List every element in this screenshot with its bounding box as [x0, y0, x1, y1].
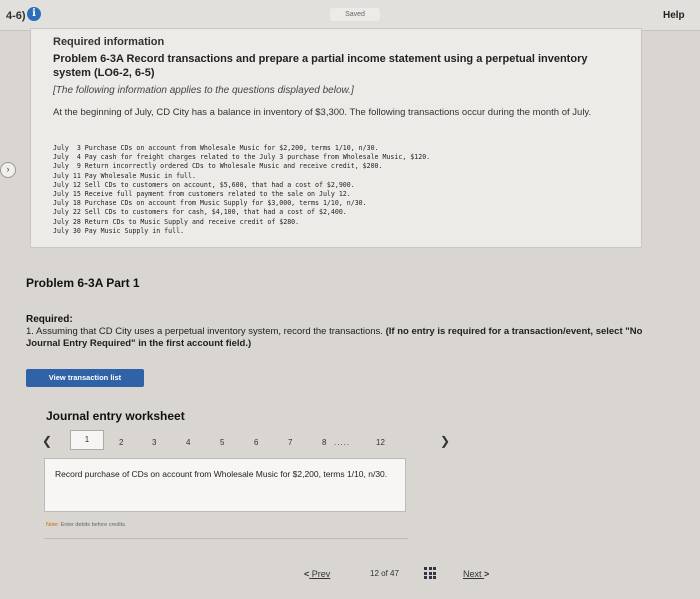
next-question-button[interactable]: Next >: [463, 569, 489, 579]
transaction-item: July 15 Receive full payment from custom…: [53, 190, 351, 199]
problem-intro: At the beginning of July, CD City has a …: [53, 107, 592, 118]
pager-prev-icon[interactable]: ❮: [42, 434, 52, 448]
problem-title: Problem 6-3A Record transactions and pre…: [53, 53, 588, 79]
question-position: 12 of 47: [370, 569, 399, 578]
transaction-item: July 18 Purchase CDs on account from Mus…: [53, 199, 367, 208]
transaction-item: July 4 Pay cash for freight charges rela…: [53, 153, 431, 162]
info-icon[interactable]: i: [27, 7, 41, 21]
prev-question-button[interactable]: < Prev: [304, 569, 330, 579]
transaction-item: July 22 Sell CDs to customers for cash, …: [53, 208, 347, 217]
pager-next-icon[interactable]: ❯: [440, 434, 450, 448]
question-number: 4-6): [6, 10, 26, 22]
page-button-5[interactable]: 5: [220, 438, 224, 447]
required-instructions: 1. Assuming that CD City uses a perpetua…: [26, 326, 666, 350]
entry-description-box: Record purchase of CDs on account from W…: [44, 458, 406, 512]
chevron-left-icon: <: [304, 569, 310, 579]
page-button-6[interactable]: 6: [254, 438, 258, 447]
divider: [44, 538, 408, 539]
transaction-item: July 30 Pay Music Supply in full.: [53, 226, 185, 235]
page-ellipsis: .....: [334, 438, 351, 447]
page-button-1[interactable]: 1: [70, 430, 104, 450]
transaction-item: July 12 Sell CDs to customers on account…: [53, 180, 355, 189]
required-info-heading: Required information: [53, 36, 165, 48]
prev-label: Prev: [311, 569, 331, 579]
required-heading: Required:: [26, 314, 73, 325]
transaction-item: July 11 Pay Wholesale Music in full.: [53, 171, 196, 180]
note-prefix: Note:: [46, 522, 60, 528]
page-button-12[interactable]: 12: [376, 438, 385, 447]
worksheet-title: Journal entry worksheet: [46, 409, 185, 423]
page-button-2[interactable]: 2: [119, 438, 123, 447]
part-title: Problem 6-3A Part 1: [26, 276, 140, 290]
page-button-8[interactable]: 8: [322, 438, 326, 447]
transaction-item: July 9 Return incorrectly ordered CDs to…: [53, 162, 383, 171]
worksheet-note: Note: Enter debits before credits.: [46, 522, 126, 528]
next-label: Next: [463, 569, 482, 579]
top-bar: 4-6) i Saved Help: [0, 0, 700, 31]
question-grid-icon[interactable]: [424, 567, 436, 579]
required-text: 1. Assuming that CD City uses a perpetua…: [26, 326, 383, 337]
problem-info-panel: Required information Problem 6-3A Record…: [30, 28, 642, 248]
expand-caret-icon[interactable]: ›: [0, 162, 16, 178]
help-link[interactable]: Help: [663, 10, 685, 21]
page-button-7[interactable]: 7: [288, 438, 292, 447]
entry-description: Record purchase of CDs on account from W…: [55, 469, 388, 479]
chevron-right-icon: >: [484, 569, 490, 579]
transaction-item: July 3 Purchase CDs on account from Whol…: [53, 144, 379, 152]
transaction-list: July 3 Purchase CDs on account from Whol…: [53, 144, 430, 236]
page-button-3[interactable]: 3: [152, 438, 156, 447]
applies-note: [The following information applies to th…: [53, 85, 354, 96]
view-transaction-list-button[interactable]: View transaction list: [26, 369, 144, 387]
page-button-4[interactable]: 4: [186, 438, 190, 447]
transaction-item: July 28 Return CDs to Music Supply and r…: [53, 217, 300, 226]
note-text: Enter debits before credits.: [60, 522, 127, 528]
saved-status: Saved: [330, 8, 380, 21]
